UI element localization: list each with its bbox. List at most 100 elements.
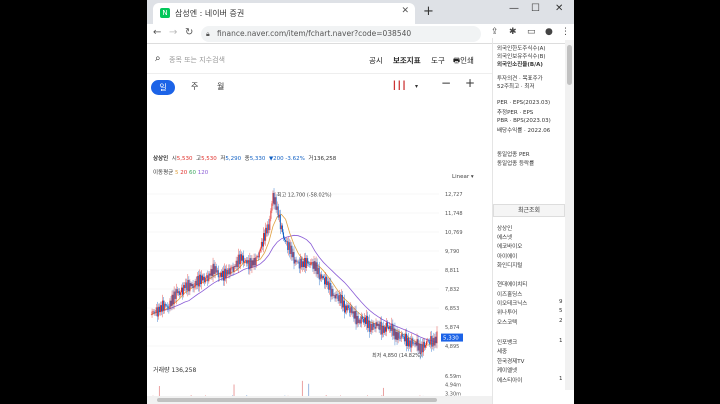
horizontal-scrollbar[interactable] (147, 396, 492, 404)
recent-item[interactable]: 인포뱅크 (497, 338, 517, 346)
candle-body (301, 261, 303, 268)
zoom-out-icon[interactable]: − (441, 76, 451, 90)
reload-icon[interactable]: ↻ (185, 27, 193, 38)
candle-body (208, 273, 210, 282)
recent-item[interactable]: 화인디지털 (497, 261, 522, 269)
candle-body (403, 336, 405, 342)
candle-body (176, 289, 178, 294)
tab-day[interactable]: 일 (151, 80, 175, 95)
candle-body (175, 289, 177, 299)
share-icon[interactable]: ⇪ (491, 27, 499, 37)
price-chart[interactable]: 12,727 11,748 10,769 9,790 8,811 7,832 6,853 5,… (147, 140, 492, 404)
candle-body (410, 340, 412, 348)
recent-item[interactable]: 에코바이오 (497, 242, 522, 250)
candle-body (278, 214, 280, 218)
candle-body (436, 331, 438, 344)
candle-body (334, 295, 336, 299)
recent-item[interactable]: 오스코텍 (497, 318, 517, 326)
y-tick-label: 6,853 (445, 306, 459, 312)
candle-body (280, 225, 282, 230)
sidebar-info-item: 추정PER · EPS (497, 110, 534, 116)
back-icon[interactable]: ← (153, 27, 161, 38)
recent-item[interactable]: 세중 (497, 347, 507, 355)
extensions-icon[interactable]: ✱ (509, 27, 517, 37)
minimize-icon[interactable]: — (509, 3, 519, 14)
scroll-thumb[interactable] (567, 45, 572, 85)
scroll-thumb[interactable] (157, 398, 437, 402)
new-tab-icon[interactable]: + (423, 4, 434, 19)
candle-body (184, 285, 186, 289)
candle-body (245, 260, 247, 262)
candle-body (210, 269, 212, 276)
candle-body (267, 224, 269, 234)
candle-body (202, 275, 204, 281)
candle-body (163, 300, 165, 311)
candle-type-icon[interactable]: ┃┃┃ (392, 81, 406, 90)
candle-body (161, 305, 163, 312)
candle-body (384, 327, 386, 332)
candle-body (289, 242, 291, 254)
candle-body (213, 263, 215, 274)
candle-body (258, 251, 260, 258)
candle-body (375, 322, 377, 329)
url-field[interactable]: 🔒︎ finance.naver.com/item/fchart.naver?c… (201, 26, 481, 42)
candle-body (389, 325, 391, 330)
candle-body (424, 345, 426, 348)
candle-body (253, 257, 255, 266)
vertical-scrollbar[interactable] (565, 40, 574, 390)
recent-item[interactable]: 현대에이치티 (497, 280, 527, 288)
browser-tab[interactable]: N 삼성엔 : 네이버 증권 ✕ (153, 3, 415, 24)
menu-icon[interactable]: ⋮ (561, 27, 570, 37)
link-tools[interactable]: 도구 (431, 55, 445, 66)
candle-body (393, 328, 395, 336)
candle-body (219, 272, 221, 277)
candle-body (264, 233, 266, 241)
recent-item[interactable]: 한국경제TV (497, 357, 524, 365)
recent-item[interactable]: 위나투어 (497, 308, 517, 316)
tab-week[interactable]: 주 (191, 81, 198, 92)
candle-body (155, 307, 157, 313)
chevron-down-icon[interactable]: ▾ (415, 83, 418, 90)
zoom-in-icon[interactable]: + (465, 76, 475, 90)
max-annotation: 최고 12,700 (-58.02%) (277, 192, 332, 199)
link-disclosure[interactable]: 공시 (369, 55, 383, 66)
candle-body (362, 318, 364, 323)
candle-body (430, 336, 432, 344)
candle-body (317, 267, 319, 275)
candle-body (352, 311, 354, 314)
candle-body (241, 255, 243, 261)
recent-item[interactable]: 케이엘넷 (497, 366, 517, 374)
recent-item[interactable]: 에스티아이 (497, 376, 522, 384)
link-print[interactable]: 🖶︎인쇄 (453, 55, 474, 68)
recent-item[interactable]: 상상인 (497, 224, 512, 232)
recent-item[interactable]: 에스넷 (497, 233, 512, 241)
candle-body (180, 287, 182, 293)
window-close-icon[interactable]: ✕ (555, 3, 563, 14)
recent-item[interactable]: 이즈홀딩스 (497, 290, 522, 298)
candle-body (304, 258, 306, 268)
candle-body (340, 295, 342, 304)
maximize-icon[interactable]: ☐ (531, 3, 540, 14)
search-input[interactable]: 종목 또는 지수검색 (169, 55, 225, 65)
candle-body (198, 274, 200, 287)
sidepanel-icon[interactable]: ▭ (527, 27, 536, 37)
search-icon[interactable]: ⌕ (155, 53, 161, 64)
candle-body (153, 311, 155, 314)
candle-body (345, 305, 347, 313)
tab-month[interactable]: 월 (217, 81, 224, 92)
candle-body (434, 336, 436, 346)
close-tab-icon[interactable]: ✕ (401, 6, 409, 16)
profile-icon[interactable]: ● (545, 27, 553, 37)
candle-body (152, 311, 154, 313)
candle-body (177, 291, 179, 294)
candle-body (189, 283, 191, 292)
recent-item[interactable]: 아이에이 (497, 252, 517, 260)
candle-body (356, 315, 358, 325)
link-indicators[interactable]: 보조지표 (393, 55, 421, 66)
candle-body (229, 268, 231, 275)
candle-body (265, 227, 267, 241)
candle-body (284, 237, 286, 241)
recent-item-value: 2 (559, 318, 563, 324)
recent-item[interactable]: 이오테크닉스 (497, 299, 527, 307)
forward-icon[interactable]: → (169, 27, 177, 38)
